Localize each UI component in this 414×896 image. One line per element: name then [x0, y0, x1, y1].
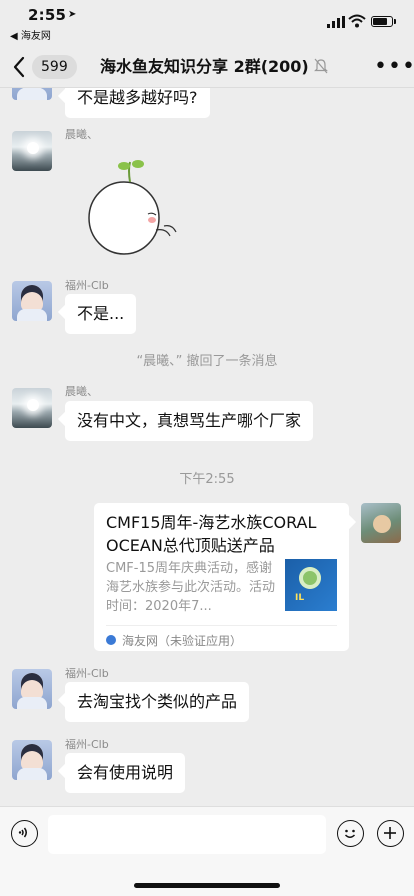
my-avatar[interactable]	[361, 503, 401, 543]
status-time: 2:55	[28, 6, 67, 24]
avatar[interactable]	[12, 281, 52, 321]
divider	[106, 625, 337, 626]
recall-notice: “晨曦、” 撤回了一条消息	[136, 354, 278, 369]
sender-name: 晨曦、	[65, 385, 98, 398]
home-indicator[interactable]	[134, 883, 280, 888]
link-card-title: CMF15周年-海艺水族CORAL OCEAN总代顶贴送产品	[106, 513, 317, 555]
avatar[interactable]	[12, 669, 52, 709]
cellular-signal-icon	[327, 16, 345, 28]
message-bubble[interactable]: 去淘宝找个类似的产品	[65, 682, 250, 722]
link-card-thumbnail	[285, 559, 337, 611]
sender-name: 福州-Clb	[65, 279, 109, 292]
source-app-icon	[106, 635, 116, 645]
avatar[interactable]	[12, 740, 52, 780]
sender-name: 福州-Clb	[65, 667, 109, 680]
message-bubble[interactable]: 不是...	[65, 294, 137, 334]
back-to-app-link[interactable]: ◀ 海友网	[10, 27, 51, 42]
voice-input-icon[interactable]	[11, 820, 38, 847]
link-card-description: CMF-15周年庆典活动，感谢海艺水族参与此次活动。活动时间：2020年7...	[106, 561, 276, 614]
message-input[interactable]	[48, 815, 326, 854]
emoji-icon[interactable]	[337, 820, 364, 847]
avatar[interactable]	[12, 131, 52, 171]
battery-cap	[394, 19, 396, 24]
wifi-icon	[348, 14, 366, 28]
sender-name: 福州-Clb	[65, 738, 109, 751]
plus-icon[interactable]	[377, 820, 404, 847]
unread-count-badge[interactable]: 599	[32, 55, 77, 79]
message-bubble[interactable]: 没有中文，真想骂生产哪个厂家	[65, 401, 314, 441]
mute-bell-icon	[314, 58, 328, 74]
more-options-icon[interactable]: •••	[374, 56, 414, 78]
timestamp: 下午2:55	[179, 472, 235, 487]
link-card-source: 海友网（未验证应用）	[122, 634, 243, 648]
battery-icon	[371, 16, 393, 27]
avatar[interactable]	[12, 388, 52, 428]
back-chevron-icon[interactable]	[12, 55, 26, 79]
message-bubble[interactable]: 会有使用说明	[65, 753, 186, 793]
chat-title[interactable]: 海水鱼友知识分享 2群(200)	[100, 56, 309, 78]
link-card[interactable]: CMF15周年-海艺水族CORAL OCEAN总代顶贴送产品 CMF-15周年庆…	[94, 503, 349, 651]
shy-bun-sticker[interactable]	[86, 158, 186, 258]
sender-name: 晨曦、	[65, 128, 98, 141]
location-arrow-icon: ➤	[68, 9, 77, 20]
